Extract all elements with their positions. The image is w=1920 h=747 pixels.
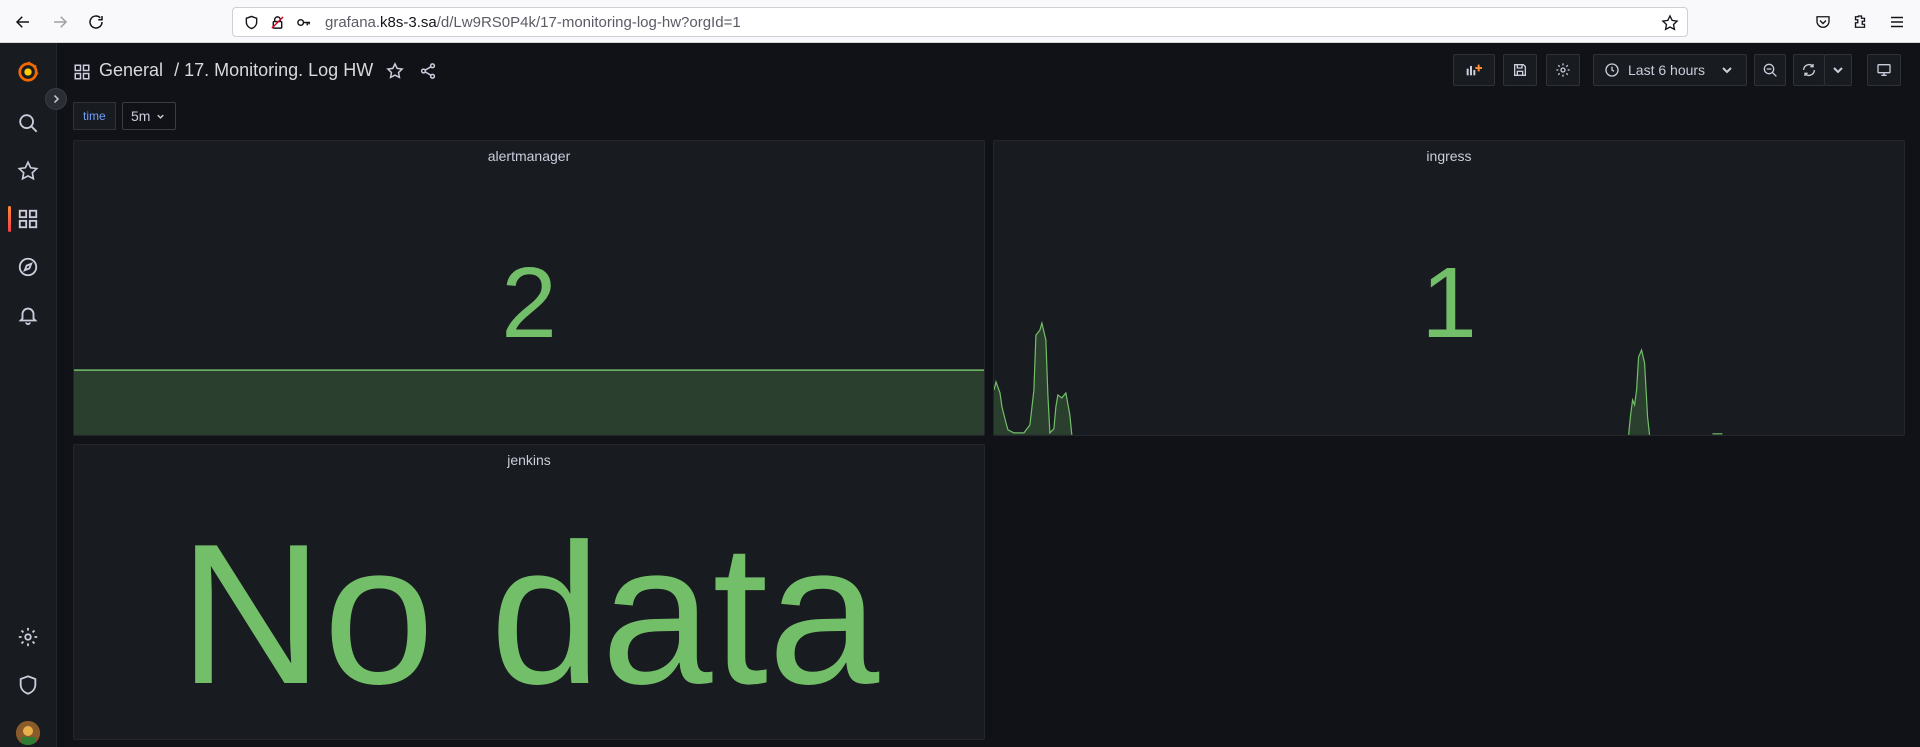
shield-icon <box>243 14 259 30</box>
page-title[interactable]: 17. Monitoring. Log HW <box>184 60 373 80</box>
breadcrumb-separator: / <box>174 60 180 80</box>
dashboard-header: General / 17. Monitoring. Log HW Last 6 … <box>57 43 1920 99</box>
chevron-down-icon <box>1722 67 1732 74</box>
variable-label: time <box>73 102 116 130</box>
url-bar[interactable]: grafana.k8s-3.sa/d/Lw9RS0P4k/17-monitori… <box>232 7 1688 37</box>
panel-title[interactable]: alertmanager <box>74 148 984 164</box>
forward-arrow-icon[interactable] <box>48 10 72 34</box>
dashboard-settings-button[interactable] <box>1546 54 1580 86</box>
panel-ingress[interactable]: ingress 1 <box>993 140 1905 436</box>
stat-value: 1 <box>1421 247 1477 359</box>
zoom-out-button[interactable] <box>1754 54 1786 86</box>
grafana-logo-icon[interactable] <box>16 60 40 84</box>
grafana-app: General / 17. Monitoring. Log HW Last 6 … <box>0 43 1920 747</box>
active-indicator <box>8 206 11 232</box>
bookmark-star-icon[interactable] <box>1661 14 1679 32</box>
variable-select[interactable]: 5m <box>122 102 176 130</box>
search-icon[interactable] <box>16 111 40 135</box>
gear-icon[interactable] <box>16 625 40 649</box>
time-range-label: Last 6 hours <box>1628 62 1706 78</box>
share-icon[interactable] <box>419 62 439 82</box>
dashboards-icon <box>73 63 91 81</box>
clock-icon <box>1605 63 1619 77</box>
stat-value: 2 <box>501 247 557 359</box>
no-data-value: No data <box>178 503 880 726</box>
mark-favorite-star-icon[interactable] <box>386 62 406 82</box>
breadcrumb-folder[interactable]: General <box>99 60 163 80</box>
tv-mode-button[interactable] <box>1867 54 1901 86</box>
menu-icon[interactable] <box>1886 11 1908 33</box>
panel-alertmanager[interactable]: alertmanager 2 <box>73 140 985 436</box>
dashboards-icon[interactable] <box>16 207 40 231</box>
expand-sidebar-button[interactable] <box>45 88 67 110</box>
no-tracking-icon <box>269 14 285 30</box>
explore-icon[interactable] <box>16 255 40 279</box>
key-icon <box>295 14 311 30</box>
reload-icon[interactable] <box>84 10 108 34</box>
shield-icon[interactable] <box>16 673 40 697</box>
bell-icon[interactable] <box>16 303 40 327</box>
breadcrumb: General / 17. Monitoring. Log HW <box>99 60 373 81</box>
panel-jenkins[interactable]: jenkins No data <box>73 444 985 740</box>
url-text: grafana.k8s-3.sa/d/Lw9RS0P4k/17-monitori… <box>325 13 741 31</box>
panel-title[interactable]: jenkins <box>74 452 984 468</box>
save-dashboard-button[interactable] <box>1503 54 1537 86</box>
variable-value: 5m <box>131 108 151 124</box>
sidebar <box>0 43 57 747</box>
sparkline <box>74 369 984 435</box>
pocket-icon[interactable] <box>1812 11 1834 33</box>
browser-toolbar: grafana.k8s-3.sa/d/Lw9RS0P4k/17-monitori… <box>0 0 1920 43</box>
extensions-icon[interactable] <box>1849 11 1871 33</box>
time-picker-button[interactable]: Last 6 hours <box>1593 54 1747 86</box>
refresh-button[interactable] <box>1793 54 1825 86</box>
avatar[interactable] <box>16 721 40 745</box>
back-arrow-icon[interactable] <box>11 10 35 34</box>
chevron-down-icon <box>157 114 165 119</box>
panel-title[interactable]: ingress <box>994 148 1904 164</box>
chevron-down-icon <box>1833 67 1843 74</box>
add-panel-button[interactable] <box>1453 54 1495 86</box>
star-icon[interactable] <box>16 159 40 183</box>
refresh-interval-dropdown[interactable] <box>1824 54 1852 86</box>
